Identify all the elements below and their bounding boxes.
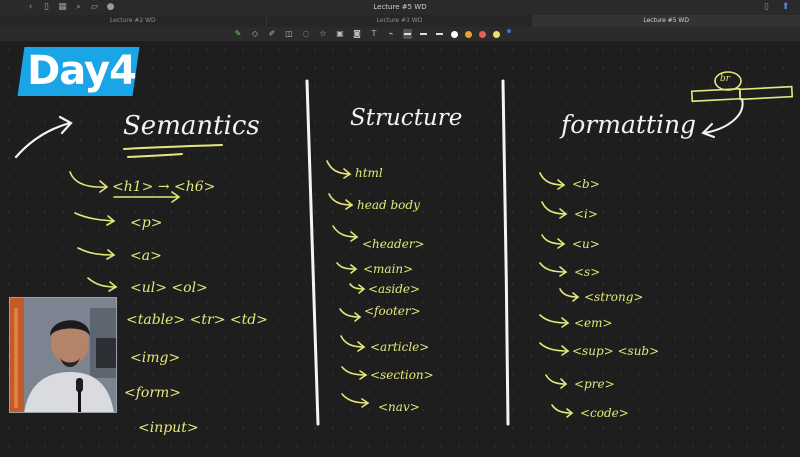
semantics-item: <p> <box>130 215 163 231</box>
formatting-item: <u> <box>572 237 600 251</box>
formatting-arrows <box>539 172 580 418</box>
structure-item: <main> <box>363 262 414 276</box>
eraser-icon[interactable]: ◇ <box>250 29 260 39</box>
formatting-item: <em> <box>574 316 613 330</box>
semantics-item: <a> <box>130 248 162 264</box>
structure-heading: Structure <box>350 105 463 131</box>
medium-line-option[interactable] <box>419 29 428 39</box>
color-swatch-yellow[interactable] <box>493 30 500 38</box>
br-sketch-label: br <box>720 74 731 84</box>
title-bar: ‹ ▯ ▦ ⌕ ▱ ● Lecture #5 WD ▯ ⬆ <box>0 0 800 15</box>
link-icon[interactable]: ⌁ <box>386 29 396 39</box>
back-icon[interactable]: ‹ <box>26 1 35 13</box>
structure-item: <article> <box>370 340 430 354</box>
pointer-arrow <box>14 121 72 159</box>
text-icon[interactable]: T <box>369 29 379 39</box>
structure-item: <footer> <box>364 304 421 318</box>
semantics-item: <table> <tr> <td> <box>126 312 268 328</box>
color-swatch-white[interactable] <box>451 30 458 38</box>
thin-line-option[interactable] <box>403 29 412 39</box>
structure-item: <section> <box>370 368 434 382</box>
structure-item: <nav> <box>378 400 420 414</box>
bookmark-icon[interactable]: ▯ <box>762 1 771 13</box>
note-canvas[interactable]: Day4 Semantics Structure formatting br <… <box>0 41 800 457</box>
formatting-item: <pre> <box>574 377 615 391</box>
day-badge: Day4 <box>17 47 140 96</box>
sidebar-icon[interactable]: ▯ <box>42 1 51 13</box>
search-icon[interactable]: ⌕ <box>74 1 83 13</box>
grid-icon[interactable]: ▦ <box>58 1 67 13</box>
formatting-item: <sup> <sub> <box>572 344 660 358</box>
titlebar-right-icons: ▯ ⬆ <box>762 1 790 13</box>
presenter-webcam <box>9 297 117 413</box>
tab-lecture-5[interactable]: Lecture #5 WD <box>533 15 800 27</box>
image-icon[interactable]: ▣ <box>335 29 345 39</box>
br-sketch-box-right <box>738 85 794 101</box>
semantics-item: <ul> <ol> <box>130 280 208 296</box>
presenter-video-frame <box>10 298 116 412</box>
formatting-item: <i> <box>574 207 598 221</box>
sticker-icon[interactable]: ☆ <box>318 29 328 39</box>
bookmark-icon[interactable]: ▱ <box>90 1 99 13</box>
structure-item: html <box>355 166 383 180</box>
color-swatch-red[interactable] <box>479 30 486 38</box>
titlebar-left-icons: ‹ ▯ ▦ ⌕ ▱ ● <box>26 1 115 13</box>
formatting-item: <b> <box>572 177 600 191</box>
semantics-item: <input> <box>138 420 199 436</box>
document-title[interactable]: Lecture #5 WD <box>0 2 800 12</box>
camera-icon[interactable]: ◙ <box>352 29 362 39</box>
thick-line-option[interactable] <box>435 29 444 39</box>
lasso-icon[interactable]: ◌ <box>301 29 311 39</box>
tab-lecture-3[interactable]: Lecture #3 WD <box>267 15 534 27</box>
tab-bar: Lecture #2 WD Lecture #3 WD Lecture #5 W… <box>0 15 800 27</box>
drawing-toolbar: ✎ ◇ ✐ ◫ ◌ ☆ ▣ ◙ T ⌁ <box>0 27 800 41</box>
semantics-item: <img> <box>130 350 181 366</box>
formatting-heading: formatting <box>561 110 697 139</box>
semantics-item: <form> <box>124 385 182 401</box>
formatting-item: <code> <box>580 406 629 420</box>
formatting-item: <strong> <box>584 290 644 304</box>
mic-icon[interactable]: ● <box>106 1 115 13</box>
day-badge-text: Day4 <box>27 48 136 94</box>
tab-lecture-2[interactable]: Lecture #2 WD <box>0 15 267 27</box>
column-divider-left <box>305 79 320 426</box>
color-swatch-orange[interactable] <box>465 30 472 38</box>
share-icon[interactable]: ⬆ <box>781 1 790 13</box>
structure-item: <header> <box>362 237 425 251</box>
semantics-item: <h1> → <h6> <box>112 179 216 195</box>
structure-item: <aside> <box>368 282 421 296</box>
structure-item: head body <box>357 198 420 212</box>
highlighter-icon[interactable]: ✐ <box>267 29 277 39</box>
formatting-item: <s> <box>574 265 601 279</box>
color-swatch-blue[interactable] <box>507 29 511 33</box>
shapes-icon[interactable]: ◫ <box>284 29 294 39</box>
semantics-heading: Semantics <box>123 111 260 141</box>
br-sketch-box-left <box>690 87 742 103</box>
column-divider-right <box>501 79 510 426</box>
pen-icon[interactable]: ✎ <box>233 29 243 39</box>
semantics-underline <box>123 144 223 150</box>
br-sketch-arrow <box>703 98 744 134</box>
